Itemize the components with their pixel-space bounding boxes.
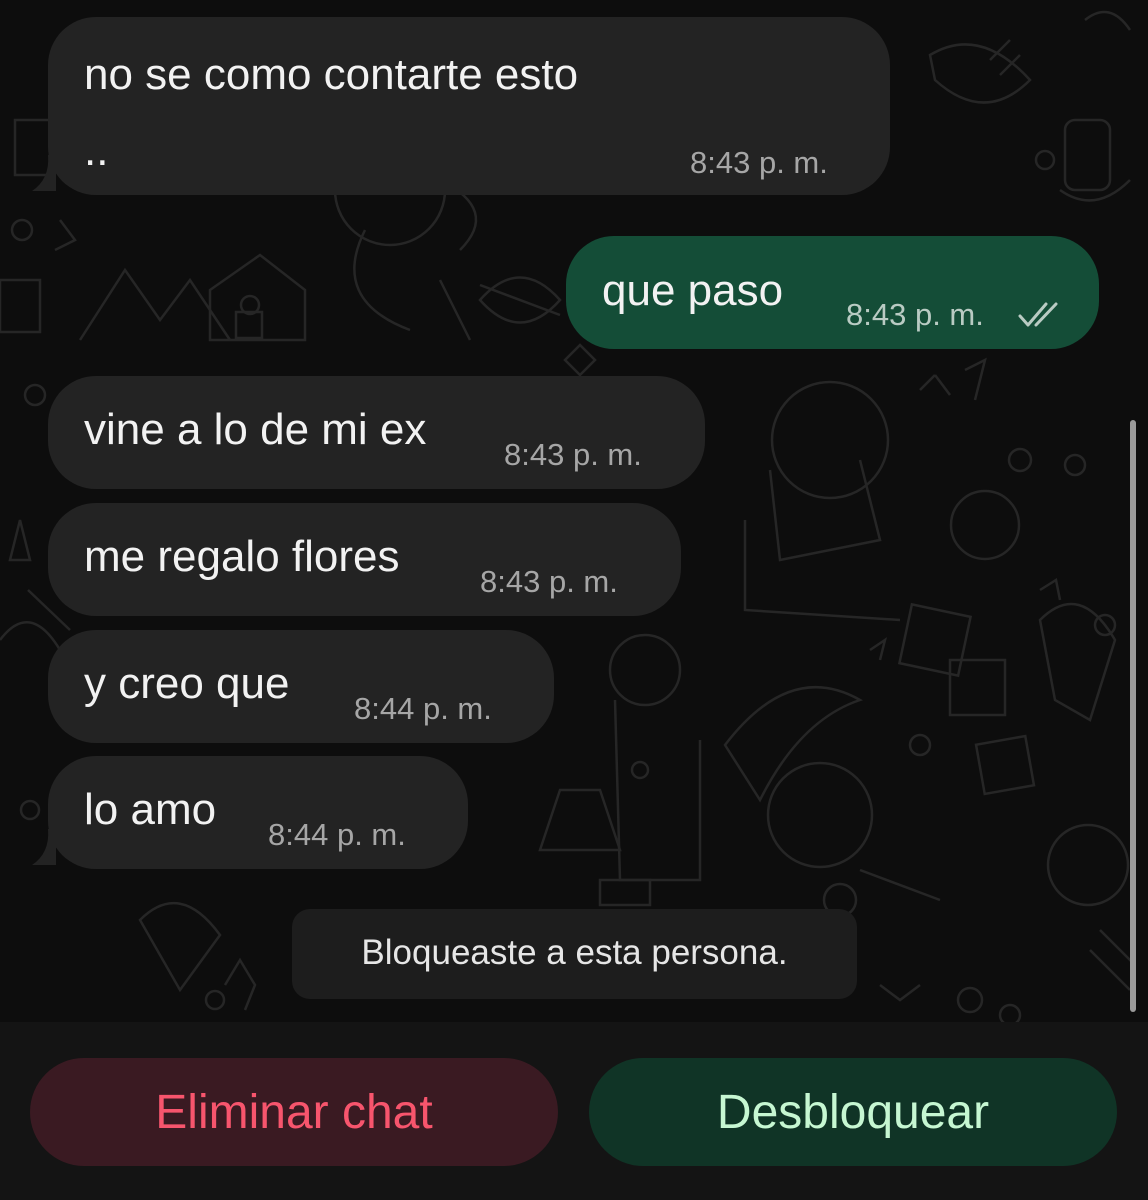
message-bubble-incoming[interactable]: me regalo flores 8:43 p. m. [48, 503, 681, 616]
message-timestamp: 8:43 p. m. [480, 564, 618, 599]
message-timestamp: 8:43 p. m. [504, 437, 642, 472]
message-bubble-incoming[interactable]: no se como contarte esto .. 8:43 p. m. [48, 17, 890, 195]
unblock-button[interactable]: Desbloquear [589, 1058, 1117, 1166]
blocked-notice-text: Bloqueaste a esta persona. [361, 933, 788, 972]
message-text-line-2: .. [84, 126, 109, 175]
bubble-tail-icon [32, 829, 56, 865]
blocked-notice: Bloqueaste a esta persona. [292, 909, 857, 999]
bubble-tail-icon [32, 155, 56, 191]
message-bubble-outgoing[interactable]: que paso 8:43 p. m. [566, 236, 1099, 349]
message-bubble-incoming[interactable]: vine a lo de mi ex 8:43 p. m. [48, 376, 705, 489]
chat-scrollbar[interactable] [1130, 420, 1136, 1012]
message-timestamp: 8:43 p. m. [690, 145, 828, 180]
message-text: y creo que [84, 659, 290, 708]
message-text: me regalo flores [84, 532, 400, 581]
delete-chat-button[interactable]: Eliminar chat [30, 1058, 558, 1166]
message-timestamp: 8:44 p. m. [268, 817, 406, 852]
blocked-actions-bar: Eliminar chat Desbloquear [0, 1022, 1148, 1200]
chat-screen: no se como contarte esto .. 8:43 p. m. q… [0, 0, 1148, 1200]
message-text: vine a lo de mi ex [84, 405, 427, 454]
message-text: no se como contarte esto [84, 50, 579, 99]
message-bubble-incoming[interactable]: lo amo 8:44 p. m. [48, 756, 468, 869]
message-text: que paso [602, 266, 784, 315]
message-bubble-incoming[interactable]: y creo que 8:44 p. m. [48, 630, 554, 743]
message-timestamp: 8:44 p. m. [354, 691, 492, 726]
double-check-icon [1018, 302, 1058, 327]
message-timestamp: 8:43 p. m. [846, 297, 984, 332]
message-text: lo amo [84, 785, 217, 834]
